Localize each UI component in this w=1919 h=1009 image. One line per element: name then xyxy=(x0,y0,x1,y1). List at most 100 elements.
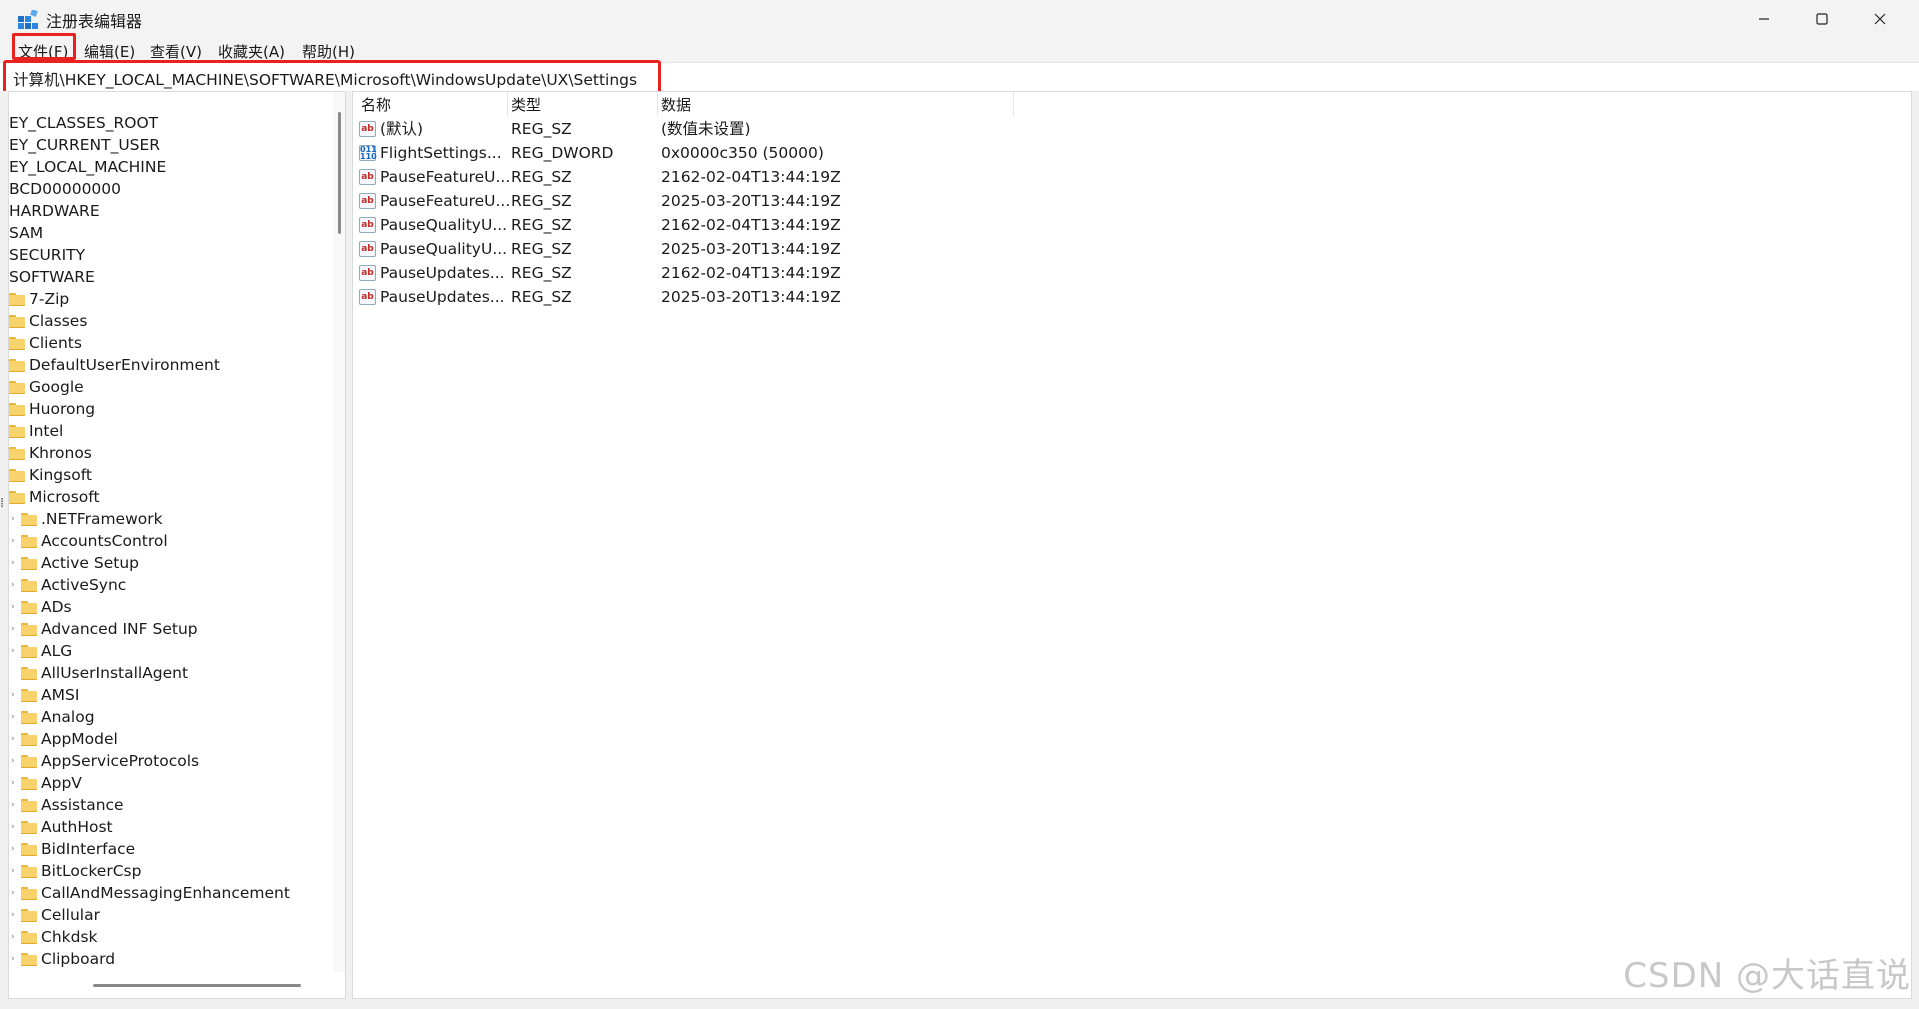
folder-icon xyxy=(9,359,25,372)
tree-item[interactable]: DefaultUserEnvironment xyxy=(9,354,220,376)
chevron-right-icon[interactable]: › xyxy=(11,882,15,904)
value-row[interactable]: ab PauseFeatureU... REG_SZ 2162-02-04T13… xyxy=(353,165,1353,189)
chevron-right-icon[interactable]: › xyxy=(11,618,15,640)
value-name: PauseFeatureU... xyxy=(380,192,511,210)
folder-icon xyxy=(9,381,25,394)
chevron-right-icon[interactable]: › xyxy=(11,926,15,948)
menu-favorites[interactable]: 收藏夹(A) xyxy=(218,41,285,62)
tree-item[interactable]: › Analog xyxy=(9,706,329,728)
tree-item[interactable]: › AppV xyxy=(9,772,329,794)
tree-item[interactable]: › Clipboard xyxy=(9,948,329,970)
folder-icon xyxy=(9,469,25,482)
tree-item[interactable]: AllUserInstallAgent xyxy=(9,662,329,684)
chevron-right-icon[interactable]: › xyxy=(11,574,15,596)
tree-item[interactable]: Google xyxy=(9,376,84,398)
key-tree-pane: EY_CLASSES_ROOT EY_CURRENT_USER EY_LOCAL… xyxy=(8,91,346,999)
tree-item[interactable]: BCD00000000 xyxy=(9,178,121,200)
chevron-right-icon[interactable]: › xyxy=(11,640,15,662)
chevron-right-icon[interactable]: › xyxy=(11,772,15,794)
close-button[interactable] xyxy=(1851,0,1909,38)
folder-icon xyxy=(21,535,37,548)
tree-item[interactable]: SECURITY xyxy=(9,244,85,266)
value-row[interactable]: ab PauseQualityU... REG_SZ 2162-02-04T13… xyxy=(353,213,1353,237)
menu-help[interactable]: 帮助(H) xyxy=(302,41,355,62)
value-data: 2025-03-20T13:44:19Z xyxy=(661,288,841,306)
tree-item[interactable]: Clients xyxy=(9,332,82,354)
chevron-right-icon[interactable]: › xyxy=(11,838,15,860)
value-row[interactable]: ab (默认) REG_SZ (数值未设置) xyxy=(353,117,1353,141)
tree-item[interactable]: Intel xyxy=(9,420,63,442)
value-row[interactable]: ab PauseUpdates... REG_SZ 2162-02-04T13:… xyxy=(353,261,1353,285)
tree-item[interactable]: › .NETFramework xyxy=(9,508,329,530)
tree-item[interactable]: EY_CLASSES_ROOT xyxy=(9,112,158,134)
tree-item[interactable]: › AMSI xyxy=(9,684,329,706)
tree-item[interactable]: Kingsoft xyxy=(9,464,92,486)
column-separator[interactable] xyxy=(657,92,658,116)
chevron-right-icon[interactable]: › xyxy=(11,860,15,882)
chevron-right-icon[interactable]: › xyxy=(11,684,15,706)
tree-item[interactable]: › Assistance xyxy=(9,794,329,816)
tree-item[interactable]: SOFTWARE xyxy=(9,266,95,288)
tree-item[interactable]: Microsoft xyxy=(9,486,100,508)
values-list-pane: 名称 类型 数据 ab (默认) REG_SZ (数值未设置) 011 110 F… xyxy=(352,91,1912,999)
tree-item[interactable]: › AccountsControl xyxy=(9,530,329,552)
tree-item[interactable]: › ADs xyxy=(9,596,329,618)
tree-item[interactable]: › BidInterface xyxy=(9,838,329,860)
column-header-type[interactable]: 类型 xyxy=(511,94,541,116)
folder-icon xyxy=(21,667,37,680)
tree-item[interactable]: › AppModel xyxy=(9,728,329,750)
tree-item[interactable]: HARDWARE xyxy=(9,200,100,222)
chevron-right-icon[interactable]: › xyxy=(11,816,15,838)
tree-item[interactable]: › ALG xyxy=(9,640,329,662)
tree-item[interactable]: EY_CURRENT_USER xyxy=(9,134,160,156)
chevron-right-icon[interactable]: › xyxy=(11,596,15,618)
chevron-right-icon[interactable]: › xyxy=(11,948,15,970)
chevron-right-icon[interactable]: › xyxy=(11,530,15,552)
splitter-handle[interactable]: ⁞ xyxy=(0,496,4,511)
value-name: PauseQualityU... xyxy=(380,216,508,234)
tree-item[interactable]: › AppServiceProtocols xyxy=(9,750,329,772)
value-type: REG_SZ xyxy=(511,168,572,186)
tree-item[interactable]: Khronos xyxy=(9,442,92,464)
tree-item[interactable]: EY_LOCAL_MACHINE xyxy=(9,156,166,178)
tree-item[interactable]: 7-Zip xyxy=(9,288,69,310)
tree-item[interactable]: SAM xyxy=(9,222,43,244)
chevron-right-icon[interactable]: › xyxy=(11,904,15,926)
value-name: PauseUpdates... xyxy=(380,264,505,282)
chevron-right-icon[interactable]: › xyxy=(11,750,15,772)
chevron-right-icon[interactable]: › xyxy=(11,508,15,530)
tree-item[interactable]: › AuthHost xyxy=(9,816,329,838)
tree-item[interactable]: Huorong xyxy=(9,398,95,420)
tree-horizontal-scroll-thumb[interactable] xyxy=(93,984,301,987)
menu-edit[interactable]: 编辑(E) xyxy=(84,41,135,62)
value-row[interactable]: ab PauseFeatureU... REG_SZ 2025-03-20T13… xyxy=(353,189,1353,213)
tree-item[interactable]: › Cellular xyxy=(9,904,329,926)
tree-item[interactable]: › ActiveSync xyxy=(9,574,329,596)
chevron-right-icon[interactable]: › xyxy=(11,794,15,816)
tree-item[interactable]: › Chkdsk xyxy=(9,926,329,948)
column-header-data[interactable]: 数据 xyxy=(661,94,691,116)
chevron-right-icon[interactable]: › xyxy=(11,728,15,750)
string-value-icon: ab xyxy=(359,121,376,137)
column-separator[interactable] xyxy=(507,92,508,116)
tree-vertical-scroll-thumb[interactable] xyxy=(338,112,341,234)
column-header-name[interactable]: 名称 xyxy=(361,94,391,116)
folder-icon xyxy=(9,337,25,350)
chevron-right-icon[interactable]: › xyxy=(11,706,15,728)
folder-icon xyxy=(21,931,37,944)
tree-item[interactable]: › CallAndMessagingEnhancement xyxy=(9,882,329,904)
column-separator[interactable] xyxy=(1013,92,1014,116)
value-row[interactable]: 011 110 FlightSettings... REG_DWORD 0x000… xyxy=(353,141,1353,165)
folder-icon xyxy=(21,733,37,746)
registry-editor-icon xyxy=(18,10,38,29)
minimize-button[interactable] xyxy=(1735,0,1793,38)
value-row[interactable]: ab PauseUpdates... REG_SZ 2025-03-20T13:… xyxy=(353,285,1353,309)
tree-item[interactable]: › BitLockerCsp xyxy=(9,860,329,882)
chevron-right-icon[interactable]: › xyxy=(11,552,15,574)
tree-item[interactable]: › Advanced INF Setup xyxy=(9,618,329,640)
menu-view[interactable]: 查看(V) xyxy=(150,41,202,62)
tree-item[interactable]: Classes xyxy=(9,310,87,332)
tree-item[interactable]: › Active Setup xyxy=(9,552,329,574)
maximize-button[interactable] xyxy=(1793,0,1851,38)
value-row[interactable]: ab PauseQualityU... REG_SZ 2025-03-20T13… xyxy=(353,237,1353,261)
